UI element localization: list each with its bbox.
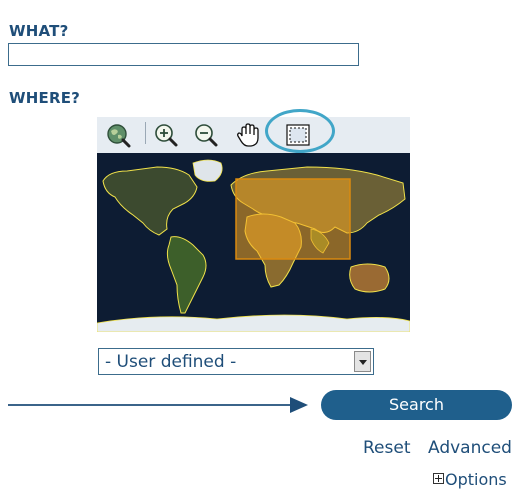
what-label: WHAT? xyxy=(9,22,69,40)
options-label: Options xyxy=(445,470,507,489)
pointer-arrow xyxy=(8,397,308,413)
expand-plus-icon[interactable] xyxy=(433,473,444,484)
selection-box xyxy=(235,178,351,260)
options-toggle[interactable]: Options xyxy=(433,470,507,489)
antarctica xyxy=(96,314,411,333)
search-button[interactable]: Search xyxy=(321,390,512,420)
advanced-link[interactable]: Advanced xyxy=(428,438,512,458)
world-map[interactable] xyxy=(96,153,411,333)
highlight-ring xyxy=(265,109,335,153)
map-toolbar xyxy=(97,117,410,153)
what-input[interactable] xyxy=(8,43,359,66)
where-label: WHERE? xyxy=(9,89,81,107)
toolbar-divider xyxy=(145,122,146,144)
region-select[interactable]: - User defined - xyxy=(98,348,374,375)
australia xyxy=(349,263,390,293)
reset-link[interactable]: Reset xyxy=(363,438,411,458)
zoom-to-world-icon[interactable] xyxy=(104,122,132,148)
zoom-out-icon[interactable] xyxy=(192,122,220,148)
zoom-in-icon[interactable] xyxy=(152,122,180,148)
pan-hand-icon[interactable] xyxy=(234,122,262,148)
region-select-value: - User defined - xyxy=(105,352,237,372)
chevron-down-icon[interactable] xyxy=(354,351,371,372)
